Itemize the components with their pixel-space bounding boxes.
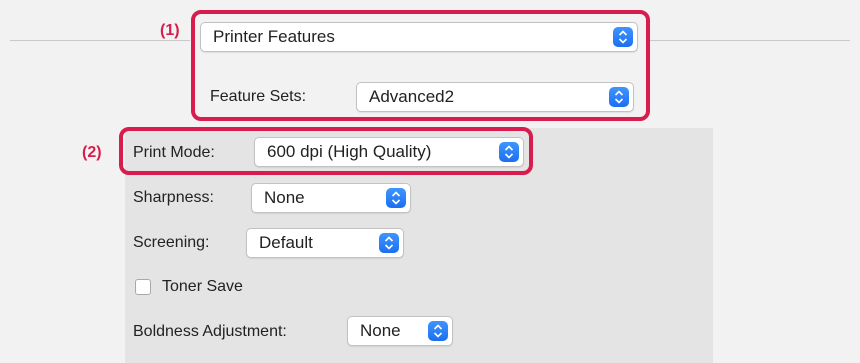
up-down-chevron-icon [609, 87, 629, 107]
printer-features-popup[interactable]: Printer Features [200, 22, 638, 52]
callout-1: (1) [160, 22, 180, 39]
toner-save-checkbox[interactable] [135, 279, 151, 295]
feature-sets-popup[interactable]: Advanced2 [356, 82, 634, 112]
boldness-adjustment-label: Boldness Adjustment: [133, 323, 287, 340]
up-down-chevron-icon [386, 188, 406, 208]
feature-sets-value: Advanced2 [369, 87, 455, 106]
screening-value: Default [259, 233, 313, 252]
sharpness-popup[interactable]: None [251, 183, 411, 213]
screening-label: Screening: [133, 234, 210, 251]
separator-right [650, 40, 850, 41]
toner-save-label[interactable]: Toner Save [162, 278, 243, 296]
screening-popup[interactable]: Default [246, 228, 404, 258]
sharpness-value: None [264, 188, 305, 207]
feature-sets-label: Feature Sets: [210, 88, 307, 105]
boldness-adjustment-popup[interactable]: None [347, 316, 453, 346]
separator-left [10, 40, 190, 41]
sharpness-label: Sharpness: [133, 189, 214, 206]
print-mode-popup[interactable]: 600 dpi (High Quality) [254, 137, 524, 167]
printer-features-value: Printer Features [213, 27, 335, 46]
print-mode-value: 600 dpi (High Quality) [267, 142, 432, 161]
up-down-chevron-icon [428, 321, 448, 341]
boldness-adjustment-value: None [360, 321, 401, 340]
print-mode-label: Print Mode: [133, 144, 215, 161]
callout-2: (2) [82, 144, 102, 161]
up-down-chevron-icon [499, 142, 519, 162]
up-down-chevron-icon [613, 27, 633, 47]
up-down-chevron-icon [379, 233, 399, 253]
